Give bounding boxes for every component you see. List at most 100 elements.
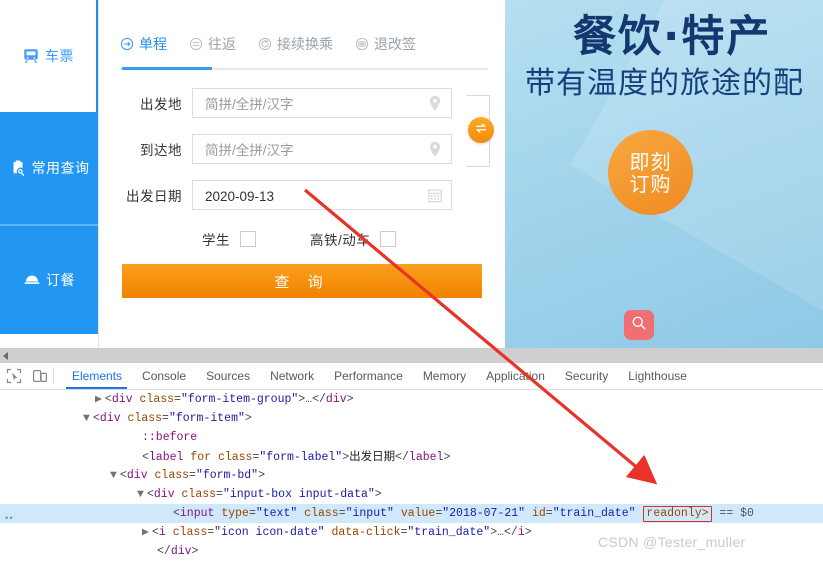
tab-lighthouse[interactable]: Lighthouse [618,363,697,389]
banner-cta-line1: 即刻 [629,149,672,174]
tab-console[interactable]: Console [132,363,196,389]
to-label: 到达地 [140,143,182,158]
swap-stations-button[interactable] [468,117,494,143]
departure-date-input[interactable] [203,181,422,211]
calendar-icon[interactable] [427,187,443,205]
from-input-box[interactable] [192,88,452,119]
tab-application[interactable]: Application [476,363,555,389]
dom-node-row[interactable]: ▼ <div class="input-box input-data"> [0,485,823,504]
to-input[interactable] [203,135,422,165]
search-type-tabs: 单程 往返 接续换乘 退改签 [120,32,488,70]
disclosure-triangle-icon[interactable]: ▶ [142,523,152,542]
disclosure-triangle-icon[interactable]: ▼ [83,409,93,428]
sidebar-item-common-query[interactable]: 常用查询 [0,112,98,224]
screenshot-root: 车票 常用查询 订餐 单程 往返 接续换乘 退改签 出发地 简拼/全拼/汉字 到… [0,0,823,562]
sidebar-item-tickets[interactable]: 车票 [0,0,98,112]
tab-performance[interactable]: Performance [324,363,413,389]
disclosure-triangle-icon[interactable]: ▼ [110,466,120,485]
dom-token-val: "form-bd" [195,469,259,482]
tab-ticket-change[interactable]: 退改签 [355,32,416,64]
to-input-box[interactable] [192,134,452,165]
transfer-icon [258,37,272,51]
sidebar-item-meal-order[interactable]: 订餐 [0,226,98,334]
devtools-tabbar: Elements Console Sources Network Perform… [0,363,823,390]
location-pin-icon [427,141,443,159]
dom-token-punc: < [105,393,112,406]
dom-token-punc: > [524,526,532,539]
dom-token-punc [148,469,155,482]
dom-token-tag: label [148,451,184,464]
dom-token-punc: > [374,488,382,501]
dom-token-pseudo: ::before [142,431,198,444]
search-button[interactable]: 查 询 [122,264,482,298]
dom-token-tag: div [153,488,175,501]
tab-round-trip[interactable]: 往返 [189,32,236,64]
dom-node-row[interactable]: <label for class="form-label">出发日期</labe… [0,447,823,466]
dom-token-attr: class [127,412,163,425]
inspect-element-icon[interactable] [6,368,22,384]
tab-memory[interactable]: Memory [413,363,476,389]
dom-token-punc [133,393,140,406]
tab-ticket-change-label: 退改签 [374,36,416,52]
tab-sources[interactable]: Sources [196,363,260,389]
dom-token-tag: input [179,507,215,520]
sidebar: 车票 常用查询 订餐 [0,0,98,348]
dom-token-val: "form-item-group" [180,393,299,406]
disclosure-triangle-icon[interactable]: ▼ [137,485,147,504]
dom-token-punc: > [346,393,354,406]
magnifier-icon [630,314,648,337]
dom-token-tag: div [111,393,133,406]
dom-token-attr: class [181,488,217,501]
highspeed-checkbox[interactable] [380,231,397,247]
dom-token-punc [525,507,532,520]
dom-token-punc: > [244,412,252,425]
from-input[interactable] [203,89,422,119]
dom-token-tag: div [126,469,148,482]
tab-security[interactable]: Security [555,363,618,389]
page-horizontal-scrollbar[interactable] [0,348,823,363]
dom-token-punc: = [189,469,196,482]
dom-token-punc: = [545,507,553,520]
dom-node-row-selected[interactable]: •• <input type="text" class="input" value… [0,504,823,524]
dom-token-punc: = [216,488,223,501]
tab-transfer[interactable]: 接续换乘 [258,32,333,64]
student-label: 学生 [202,233,230,248]
dom-token-punc: >…</ [298,393,326,406]
date-input-box[interactable] [192,180,452,211]
scroll-left-arrow-icon[interactable] [3,352,8,360]
dom-node-row[interactable]: ▼ <div class="form-bd"> [0,466,823,485]
device-toolbar-icon[interactable] [32,368,48,384]
dom-node-row[interactable]: ▶ <div class="form-item-group">…</div> [0,390,823,409]
devtools-panel: Elements Console Sources Network Perform… [0,348,823,562]
banner-cta-line2: 订购 [629,171,672,196]
dom-token-tag: div [325,393,347,406]
dom-token-punc: < [173,507,180,520]
dom-token-punc: </ [395,451,409,464]
dom-token-tag: label [408,451,444,464]
devtools-tabs: Elements Console Sources Network Perform… [62,363,697,389]
dom-token-punc [636,507,643,520]
dom-token-tag: i [158,526,166,539]
student-checkbox[interactable] [240,231,256,247]
dom-token-val: "train_date" [552,507,636,520]
dom-token-attr: type [221,507,249,520]
readonly-attribute-highlight: readonly> [643,506,712,522]
banner-title: 餐饮·特产 [573,12,772,62]
dom-token-attr: class [172,526,208,539]
date-row: 出发日期 [120,180,490,211]
devtools-toolbar-divider [53,368,54,384]
tab-elements[interactable]: Elements [62,363,132,389]
dom-node-row[interactable]: ▼ <div class="form-item"> [0,409,823,428]
sidebar-form-divider [98,0,99,348]
dom-token-val: "form-item" [168,412,245,425]
tab-one-way[interactable]: 单程 [120,32,167,64]
banner-search-button[interactable] [624,310,654,340]
dom-token-punc: < [152,526,159,539]
dom-token-val: "text" [255,507,298,520]
dom-token-val: "form-label" [259,451,343,464]
tab-network[interactable]: Network [260,363,324,389]
dom-node-row[interactable]: ::before [0,428,823,447]
sidebar-item-tickets-label: 车票 [45,48,74,64]
disclosure-triangle-icon[interactable]: ▶ [95,390,105,409]
banner-order-now-button[interactable]: 即刻 订购 [608,130,693,215]
